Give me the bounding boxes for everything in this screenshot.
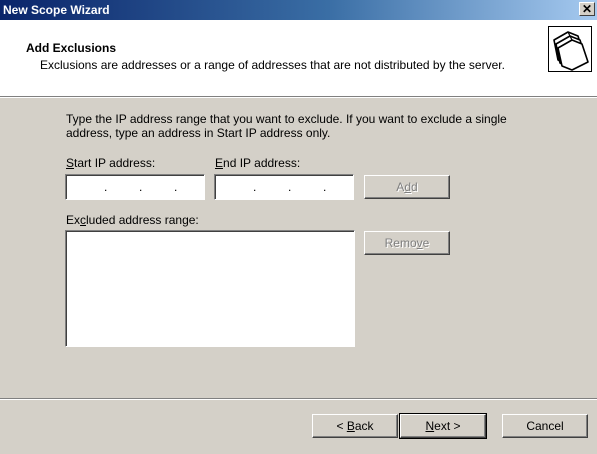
page-title: Add Exclusions [26,41,117,55]
start-ip-label: Start IP address: [66,156,156,170]
back-button[interactable]: < Back [312,414,398,438]
end-ip-field[interactable]: . . . [214,174,354,200]
folders-icon [548,26,592,72]
close-button[interactable]: ✕ [579,2,595,16]
add-button[interactable]: Add [364,175,450,199]
start-ip-field[interactable]: . . . [65,174,205,200]
page-description: Exclusions are addresses or a range of a… [40,58,505,72]
excluded-range-list[interactable] [65,230,355,347]
footer-separator [0,398,597,400]
title-bar[interactable]: New Scope Wizard ✕ [0,0,597,20]
header-separator [0,96,597,98]
remove-button[interactable]: Remove [364,231,450,255]
instructions-text: Type the IP address range that you want … [66,112,507,140]
wizard-header: Add Exclusions Exclusions are addresses … [0,20,597,96]
cancel-button[interactable]: Cancel [502,414,588,438]
window-title: New Scope Wizard [3,3,110,17]
excluded-range-label: Excluded address range: [66,213,199,227]
next-button[interactable]: Next > [399,413,487,439]
end-ip-label: End IP address: [215,156,301,170]
close-icon: ✕ [581,2,593,16]
